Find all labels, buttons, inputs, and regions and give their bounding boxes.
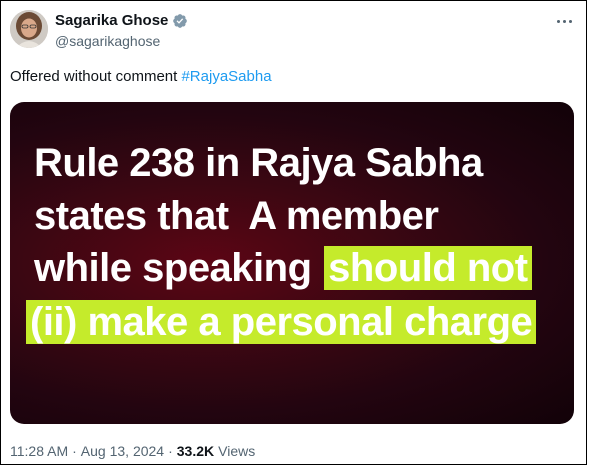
- views-count: 33.2K: [176, 443, 215, 459]
- media-highlight: should not: [324, 246, 532, 290]
- media-text-line-3: while speaking should not: [34, 246, 532, 290]
- avatar-image: [10, 10, 48, 48]
- author-handle[interactable]: @sagarikaghose: [55, 32, 160, 50]
- media-line-text: while speaking: [34, 246, 323, 290]
- author-name-row[interactable]: Sagarika Ghose: [55, 12, 188, 30]
- tweet-time[interactable]: 11:28 AM: [10, 442, 68, 460]
- verified-badge-icon: [173, 14, 188, 28]
- more-options-icon[interactable]: [552, 11, 576, 31]
- tweet-meta: 11:28 AM · Aug 13, 2024 · 33.2K Views: [10, 442, 255, 460]
- meta-separator: ·: [168, 443, 173, 459]
- meta-separator: ·: [72, 443, 77, 459]
- tweet-card: Sagarika Ghose @sagarikaghose Offered wi…: [0, 0, 587, 465]
- media-text-line-4: (ii) make a personal charge: [26, 300, 537, 344]
- avatar[interactable]: [10, 10, 48, 48]
- more-dot: [562, 19, 566, 23]
- tweet-body: Offered without comment: [10, 68, 182, 85]
- media-text-line-2: states that A member: [34, 194, 439, 238]
- more-dot: [568, 19, 572, 23]
- views-label: Views: [218, 443, 256, 459]
- media-text-line-1: Rule 238 in Rajya Sabha: [34, 141, 483, 185]
- tweet-text: Offered without comment #RajyaSabha: [10, 67, 272, 87]
- more-dot: [556, 19, 560, 23]
- tweet-media-image[interactable]: Rule 238 in Rajya Sabha states that A me…: [10, 102, 574, 424]
- tweet-date[interactable]: Aug 13, 2024: [81, 442, 164, 460]
- media-line-text: Rule 238 in Rajya Sabha: [34, 141, 483, 185]
- media-line-text: states that A member: [34, 194, 439, 238]
- media-highlight: (ii) make a personal charge: [26, 300, 537, 344]
- author-name[interactable]: Sagarika Ghose: [55, 12, 168, 30]
- hashtag-link[interactable]: #RajyaSabha: [181, 68, 271, 85]
